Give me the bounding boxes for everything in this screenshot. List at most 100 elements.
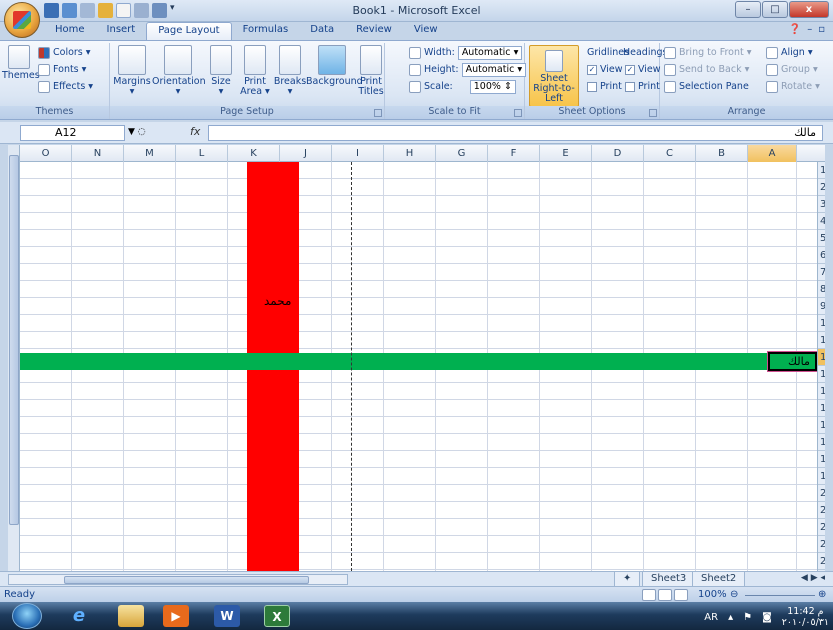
align-button[interactable]: Align ▾ <box>766 45 813 60</box>
internet-explorer-icon[interactable]: e <box>66 605 92 627</box>
column-header-l[interactable]: L <box>176 145 228 162</box>
print-area-button[interactable]: Print Area ▾ <box>238 45 272 97</box>
sheet-nav-arrows-icon[interactable]: ◀ ▶ ◂ <box>801 573 825 583</box>
undo-icon[interactable] <box>62 3 77 18</box>
zoom-in-icon[interactable]: ⊕ <box>818 589 826 600</box>
tab-home[interactable]: Home <box>44 22 96 40</box>
language-indicator[interactable]: AR <box>704 612 718 623</box>
size-button[interactable]: Size ▾ <box>206 45 236 97</box>
row-header-14[interactable]: 14 <box>818 383 825 400</box>
page-break-view-icon[interactable] <box>674 589 688 601</box>
row-header-23[interactable]: 23 <box>818 536 825 553</box>
print-preview-icon[interactable] <box>134 3 149 18</box>
gridlines-print-checkbox[interactable]: Print <box>587 79 622 94</box>
column-header-n[interactable]: N <box>72 145 124 162</box>
sheet-options-launcher-icon[interactable] <box>649 109 657 117</box>
row-header-16[interactable]: 16 <box>818 417 825 434</box>
tray-expand-icon[interactable]: ▴ <box>728 612 733 623</box>
rotate-button[interactable]: Rotate ▾ <box>766 79 820 94</box>
file-explorer-icon[interactable] <box>118 605 144 627</box>
vertical-scrollbar[interactable] <box>8 145 20 571</box>
horizontal-scroll-thumb[interactable] <box>64 576 309 584</box>
tab-data[interactable]: Data <box>299 22 345 40</box>
background-button[interactable]: Background <box>306 45 363 87</box>
tab-insert[interactable]: Insert <box>96 22 147 40</box>
insert-function-icon[interactable]: fx <box>190 125 200 138</box>
row-header-13[interactable]: 13 <box>818 366 825 383</box>
office-button[interactable] <box>4 2 40 38</box>
name-box-dropdown-icon[interactable]: ▼ ◌ <box>128 127 146 137</box>
tab-sheet2[interactable]: Sheet2 <box>692 572 746 587</box>
open-icon[interactable] <box>98 3 113 18</box>
save-icon[interactable] <box>44 3 59 18</box>
row-header-6[interactable]: 6 <box>818 247 825 264</box>
row-header-9[interactable]: 9 <box>818 298 825 315</box>
row-header-4[interactable]: 4 <box>818 213 825 230</box>
row-header-18[interactable]: 18 <box>818 451 825 468</box>
row-header-19[interactable]: 19 <box>818 468 825 485</box>
normal-view-icon[interactable] <box>642 589 656 601</box>
tab-page-layout[interactable]: Page Layout <box>146 22 232 40</box>
new-icon[interactable] <box>116 3 131 18</box>
name-box[interactable]: A12 <box>20 125 125 141</box>
help-icon[interactable]: ❓ <box>789 24 801 35</box>
scale-spinner[interactable]: 100% ⇕ <box>469 79 516 94</box>
row-header-11[interactable]: 11 <box>818 332 825 349</box>
tab-sheet3[interactable]: Sheet3 <box>642 572 696 587</box>
row-header-2[interactable]: 2 <box>818 179 825 196</box>
row-header-17[interactable]: 17 <box>818 434 825 451</box>
zoom-level[interactable]: 100% <box>698 589 727 600</box>
sheet-rtl-button[interactable]: Sheet Right-to-Left <box>529 45 579 107</box>
column-header-d[interactable]: D <box>592 145 644 162</box>
zoom-out-icon[interactable]: ⊖ <box>730 589 738 600</box>
gridlines-view-checkbox[interactable]: ✓ View <box>587 62 623 77</box>
height-combo[interactable]: Automatic ▾ <box>461 62 527 77</box>
print-titles-button[interactable]: Print Titles <box>356 45 386 97</box>
column-header-b[interactable]: B <box>696 145 748 162</box>
row-header-3[interactable]: 3 <box>818 196 825 213</box>
tab-review[interactable]: Review <box>345 22 403 40</box>
column-header-m[interactable]: M <box>124 145 176 162</box>
zoom-slider[interactable] <box>745 595 815 596</box>
page-setup-launcher-icon[interactable] <box>374 109 382 117</box>
row-header-24[interactable]: 24 <box>818 553 825 570</box>
customize-qat-icon[interactable]: ▾ <box>170 3 185 18</box>
sort-icon[interactable] <box>152 3 167 18</box>
horizontal-scrollbar[interactable] <box>8 574 348 585</box>
start-button[interactable] <box>12 603 42 629</box>
ribbon-restore-icon[interactable]: ▫ <box>818 24 825 35</box>
volume-icon[interactable]: ◙ <box>762 612 772 623</box>
row-header-12[interactable]: 12 <box>818 349 825 366</box>
row-header-10[interactable]: 10 <box>818 315 825 332</box>
word-icon[interactable]: W <box>214 605 240 627</box>
column-header-a[interactable]: A <box>748 145 797 162</box>
breaks-button[interactable]: Breaks ▾ <box>272 45 308 97</box>
row-header-20[interactable]: 20 <box>818 485 825 502</box>
excel-taskbar-icon[interactable]: X <box>264 605 290 627</box>
scale-to-fit-launcher-icon[interactable] <box>514 109 522 117</box>
ribbon-minimize-icon[interactable]: – <box>807 24 812 35</box>
tab-formulas[interactable]: Formulas <box>232 22 300 40</box>
row-header-15[interactable]: 15 <box>818 400 825 417</box>
insert-sheet-icon[interactable]: ✦ <box>614 572 641 587</box>
headings-print-checkbox[interactable]: Print <box>625 79 660 94</box>
page-layout-view-icon[interactable] <box>658 589 672 601</box>
bring-to-front-button[interactable]: Bring to Front ▾ <box>664 45 752 60</box>
worksheet-grid[interactable]: ONMLKJIHGFEDCBA محمد مالك 12345678910111… <box>8 145 825 571</box>
colors-button[interactable]: Colors ▾ <box>38 45 91 60</box>
width-combo[interactable]: Automatic ▾ <box>457 45 523 60</box>
group-button[interactable]: Group ▾ <box>766 62 818 77</box>
column-header-j[interactable]: J <box>280 145 332 162</box>
column-header-e[interactable]: E <box>540 145 592 162</box>
column-header-c[interactable]: C <box>644 145 696 162</box>
maximize-button[interactable]: □ <box>762 1 788 18</box>
column-header-k[interactable]: K <box>228 145 280 162</box>
orientation-button[interactable]: Orientation ▾ <box>152 45 206 97</box>
column-header-o[interactable]: O <box>20 145 72 162</box>
minimize-button[interactable]: – <box>735 1 761 18</box>
column-header-h[interactable]: H <box>384 145 436 162</box>
row-header-8[interactable]: 8 <box>818 281 825 298</box>
row-header-5[interactable]: 5 <box>818 230 825 247</box>
network-icon[interactable]: ⚑ <box>743 612 752 623</box>
effects-button[interactable]: Effects ▾ <box>38 79 93 94</box>
